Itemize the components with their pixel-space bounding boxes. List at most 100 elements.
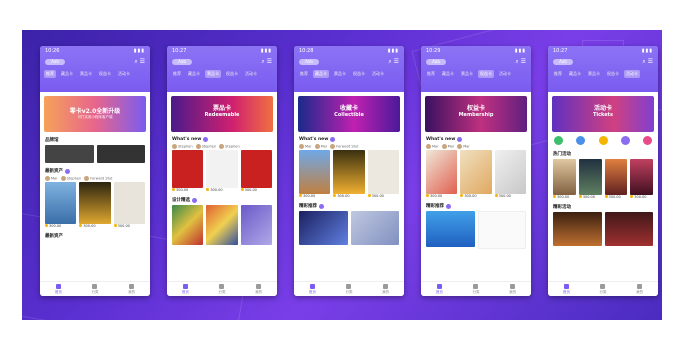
section-title: 设计精选: [172, 197, 272, 203]
menu-icon[interactable]: ☰: [521, 58, 526, 65]
home-icon: [563, 284, 569, 289]
search-icon[interactable]: ⌕: [515, 58, 518, 65]
search-box[interactable]: Aab: [299, 59, 319, 65]
membership-card[interactable]: 300.00: [460, 150, 492, 198]
event-card[interactable]: 300.00: [630, 159, 653, 199]
brand-card[interactable]: [45, 145, 94, 163]
nav-profile[interactable]: 我的: [636, 282, 643, 296]
tab-redeemable[interactable]: 票品卡: [459, 70, 475, 78]
asset-card[interactable]: 300.00: [79, 182, 111, 228]
tab-membership[interactable]: 权益卡: [224, 70, 240, 78]
design-card[interactable]: [240, 205, 272, 245]
bottom-nav: 首页 分类 我的: [294, 281, 404, 296]
menu-icon[interactable]: ☰: [394, 58, 399, 65]
tab-tickets[interactable]: 活动卡: [243, 70, 259, 78]
tab-collectible[interactable]: 藏品卡: [567, 70, 583, 78]
tab-recommend[interactable]: 推荐: [171, 70, 183, 78]
tab-membership[interactable]: 权益卡: [97, 70, 113, 78]
shortcut[interactable]: [598, 136, 608, 146]
search-icon[interactable]: ⌕: [261, 58, 264, 65]
nav-category[interactable]: 分类: [345, 282, 352, 296]
shortcut[interactable]: [554, 136, 563, 146]
nav-profile[interactable]: 我的: [255, 282, 262, 296]
tab-recommend[interactable]: 推荐: [44, 70, 56, 78]
hero-banner[interactable]: 收藏卡 Collectible: [298, 96, 400, 132]
brand-card[interactable]: [96, 145, 145, 163]
nav-profile[interactable]: 我的: [128, 282, 135, 296]
tab-collectible[interactable]: 藏品卡: [59, 70, 75, 78]
nav-category[interactable]: 分类: [472, 282, 479, 296]
nav-home[interactable]: 首页: [563, 282, 570, 296]
nav-profile[interactable]: 我的: [382, 282, 389, 296]
membership-card[interactable]: 300.00: [426, 150, 458, 198]
tab-collectible[interactable]: 藏品卡: [313, 70, 329, 78]
search-icon[interactable]: ⌕: [642, 58, 645, 65]
asset-card[interactable]: 300.00: [45, 182, 77, 228]
nav-profile[interactable]: 我的: [509, 282, 516, 296]
shortcut[interactable]: [620, 136, 630, 146]
nav-home[interactable]: 首页: [55, 282, 62, 296]
nav-home[interactable]: 首页: [309, 282, 316, 296]
design-card[interactable]: [206, 205, 238, 245]
tab-membership[interactable]: 权益卡: [605, 70, 621, 78]
search-box[interactable]: Aab: [553, 59, 573, 65]
nav-home[interactable]: 首页: [436, 282, 443, 296]
tab-membership[interactable]: 权益卡: [351, 70, 367, 78]
tab-recommend[interactable]: 推荐: [298, 70, 310, 78]
event-card[interactable]: [553, 212, 602, 246]
coin-icon: [333, 194, 337, 197]
coin-icon: [460, 194, 464, 197]
nav-category[interactable]: 分类: [599, 282, 606, 296]
tab-collectible[interactable]: 藏品卡: [186, 70, 202, 78]
event-card[interactable]: 300.00: [553, 159, 576, 199]
asset-card[interactable]: 300.00: [113, 182, 145, 228]
tab-tickets[interactable]: 活动卡: [116, 70, 132, 78]
recommend-card[interactable]: [426, 211, 475, 249]
collectible-card[interactable]: 300.00: [367, 150, 399, 198]
event-card[interactable]: [604, 212, 653, 246]
tab-tickets[interactable]: 活动卡: [370, 70, 386, 78]
product-card[interactable]: 300.00: [206, 150, 238, 192]
tab-redeemable[interactable]: 票品卡: [78, 70, 94, 78]
user-icon: [637, 284, 643, 289]
tab-redeemable[interactable]: 票品卡: [586, 70, 602, 78]
tab-tickets[interactable]: 活动卡: [624, 70, 640, 78]
menu-icon[interactable]: ☰: [648, 58, 653, 65]
hero-subtitle: 可打实用小程序客户端: [77, 115, 113, 119]
recommend-card[interactable]: [477, 211, 526, 249]
tab-collectible[interactable]: 藏品卡: [440, 70, 456, 78]
membership-card[interactable]: 300.00: [494, 150, 526, 198]
menu-icon[interactable]: ☰: [267, 58, 272, 65]
event-card[interactable]: 300.00: [578, 159, 602, 199]
hero-banner[interactable]: 票品卡 Redeemable: [171, 96, 273, 132]
nav-category[interactable]: 分类: [91, 282, 98, 296]
nav-category[interactable]: 分类: [218, 282, 225, 296]
product-card[interactable]: 300.00: [240, 150, 272, 192]
search-box[interactable]: Aab: [45, 59, 65, 65]
tab-recommend[interactable]: 推荐: [425, 70, 437, 78]
recommend-card[interactable]: [299, 211, 348, 245]
product-card[interactable]: 300.00: [172, 150, 204, 192]
search-icon[interactable]: ⌕: [388, 58, 391, 65]
hero-banner[interactable]: 零卡v2.0全新升级 可打实用小程序客户端: [44, 96, 146, 132]
tab-bar: 推荐 藏品卡 票品卡 权益卡 活动卡: [171, 70, 273, 78]
tab-membership[interactable]: 权益卡: [478, 70, 494, 78]
search-box[interactable]: Aab: [172, 59, 192, 65]
tab-redeemable[interactable]: 票品卡: [205, 70, 221, 78]
shortcut[interactable]: [643, 136, 652, 146]
shortcut[interactable]: [576, 136, 586, 146]
nav-home[interactable]: 首页: [182, 282, 189, 296]
recommend-card[interactable]: [350, 211, 399, 245]
hero-banner[interactable]: 权益卡 Membership: [425, 96, 527, 132]
collectible-card[interactable]: 300.00: [333, 150, 365, 198]
tab-tickets[interactable]: 活动卡: [497, 70, 513, 78]
search-icon[interactable]: ⌕: [134, 58, 137, 65]
collectible-card[interactable]: 300.00: [299, 150, 331, 198]
menu-icon[interactable]: ☰: [140, 58, 145, 65]
tab-redeemable[interactable]: 票品卡: [332, 70, 348, 78]
hero-banner[interactable]: 活动卡 Tickets: [552, 96, 654, 132]
event-card[interactable]: 300.00: [604, 159, 628, 199]
search-box[interactable]: Aab: [426, 59, 446, 65]
design-card[interactable]: [172, 205, 204, 245]
tab-recommend[interactable]: 推荐: [552, 70, 564, 78]
